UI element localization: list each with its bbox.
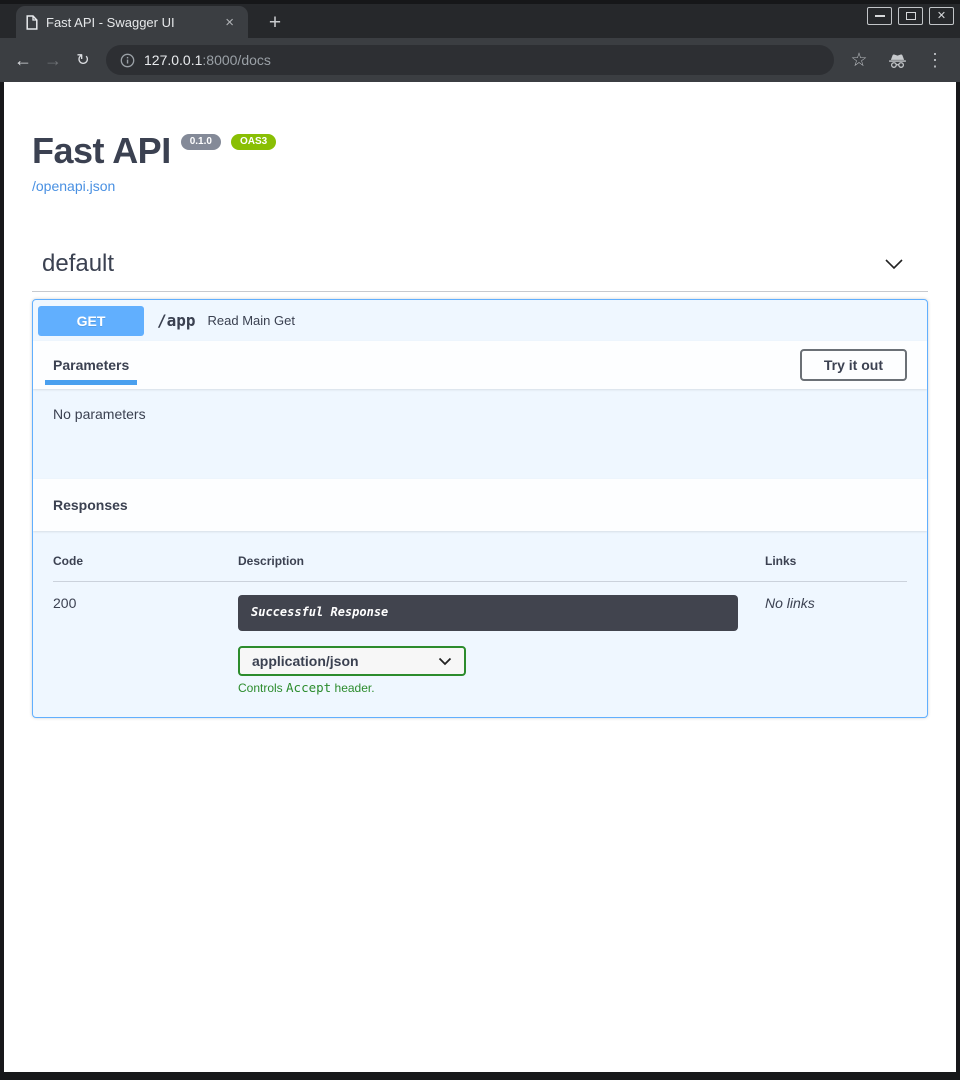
toolbar-right: ☆ ⋮ xyxy=(846,47,948,73)
caption-prefix: Controls xyxy=(238,681,283,695)
tag-title: default xyxy=(42,250,114,278)
tab-title: Fast API - Swagger UI xyxy=(46,15,213,30)
caption-suffix: header. xyxy=(335,681,375,695)
tag-section-header[interactable]: default xyxy=(32,250,928,292)
api-info: Fast API 0.1.0 OAS3 /openapi.json xyxy=(32,133,928,196)
operation-summary[interactable]: GET /app Read Main Get xyxy=(33,300,927,341)
url-text: 127.0.0.1:8000/docs xyxy=(144,52,271,68)
response-description-box: Successful Response xyxy=(238,595,738,631)
openapi-spec-link[interactable]: /openapi.json xyxy=(32,178,115,194)
response-code: 200 xyxy=(53,595,238,631)
browser-toolbar: ← → ↻ 127.0.0.1:8000/docs ☆ ⋮ xyxy=(0,38,960,82)
select-chevron-icon xyxy=(438,657,452,666)
reload-button[interactable]: ↻ xyxy=(68,45,98,75)
try-it-out-button[interactable]: Try it out xyxy=(800,349,907,381)
page-file-icon xyxy=(26,15,38,30)
url-host: 127.0.0.1 xyxy=(144,52,202,68)
opblock-get-app: GET /app Read Main Get Parameters Try it… xyxy=(32,299,928,718)
column-links: Links xyxy=(765,554,907,568)
site-info-icon[interactable] xyxy=(120,53,135,68)
media-type-value: application/json xyxy=(252,653,359,669)
close-button[interactable]: ✕ xyxy=(929,7,954,25)
accept-header-caption: Controls Accept header. xyxy=(238,680,907,695)
window-controls: ✕ xyxy=(867,7,954,25)
url-path: :8000/docs xyxy=(202,52,271,68)
address-bar[interactable]: 127.0.0.1:8000/docs xyxy=(106,45,834,75)
browser-window: Fast API - Swagger UI × + ✕ ← → ↻ 127.0.… xyxy=(0,0,960,1080)
oas3-badge: OAS3 xyxy=(231,134,276,150)
operation-description: Read Main Get xyxy=(208,313,295,328)
column-description: Description xyxy=(238,554,765,568)
response-description-cell: Successful Response xyxy=(238,595,765,631)
column-code: Code xyxy=(53,554,238,568)
close-icon: ✕ xyxy=(937,11,946,22)
parameters-header: Parameters Try it out xyxy=(33,341,927,389)
tab-close-icon[interactable]: × xyxy=(221,14,238,31)
responses-title: Responses xyxy=(53,497,128,513)
response-row-200: 200 Successful Response No links xyxy=(53,582,907,631)
caption-accept-code: Accept xyxy=(286,680,331,695)
tab-parameters[interactable]: Parameters xyxy=(53,357,129,373)
parameters-body: No parameters xyxy=(33,389,927,479)
back-button[interactable]: ← xyxy=(8,45,38,75)
incognito-icon xyxy=(884,47,910,73)
browser-titlebar: Fast API - Swagger UI × + ✕ xyxy=(0,0,960,38)
responses-header: Responses xyxy=(33,479,927,531)
responses-body: Code Description Links 200 Successful Re… xyxy=(33,531,927,717)
media-type-select[interactable]: application/json xyxy=(238,646,466,676)
maximize-icon xyxy=(906,12,916,20)
minimize-icon xyxy=(875,15,885,17)
browser-tab[interactable]: Fast API - Swagger UI × xyxy=(16,6,248,38)
page-title: Fast API xyxy=(32,133,171,169)
browser-menu-icon[interactable]: ⋮ xyxy=(922,47,948,73)
no-parameters-text: No parameters xyxy=(53,406,146,422)
minimize-button[interactable] xyxy=(867,7,892,25)
media-type-row: application/json Controls Accept header. xyxy=(238,646,907,695)
operation-path: /app xyxy=(157,311,196,330)
new-tab-button[interactable]: + xyxy=(262,10,288,36)
swagger-ui: Fast API 0.1.0 OAS3 /openapi.json defaul… xyxy=(4,133,956,718)
responses-table-header: Code Description Links xyxy=(53,546,907,582)
version-badge: 0.1.0 xyxy=(181,134,221,150)
method-badge: GET xyxy=(38,306,144,336)
maximize-button[interactable] xyxy=(898,7,923,25)
forward-button[interactable]: → xyxy=(38,45,68,75)
chevron-down-icon[interactable] xyxy=(884,257,904,271)
page-viewport: Fast API 0.1.0 OAS3 /openapi.json defaul… xyxy=(4,82,956,1072)
response-links: No links xyxy=(765,595,907,631)
bookmark-star-icon[interactable]: ☆ xyxy=(846,47,872,73)
